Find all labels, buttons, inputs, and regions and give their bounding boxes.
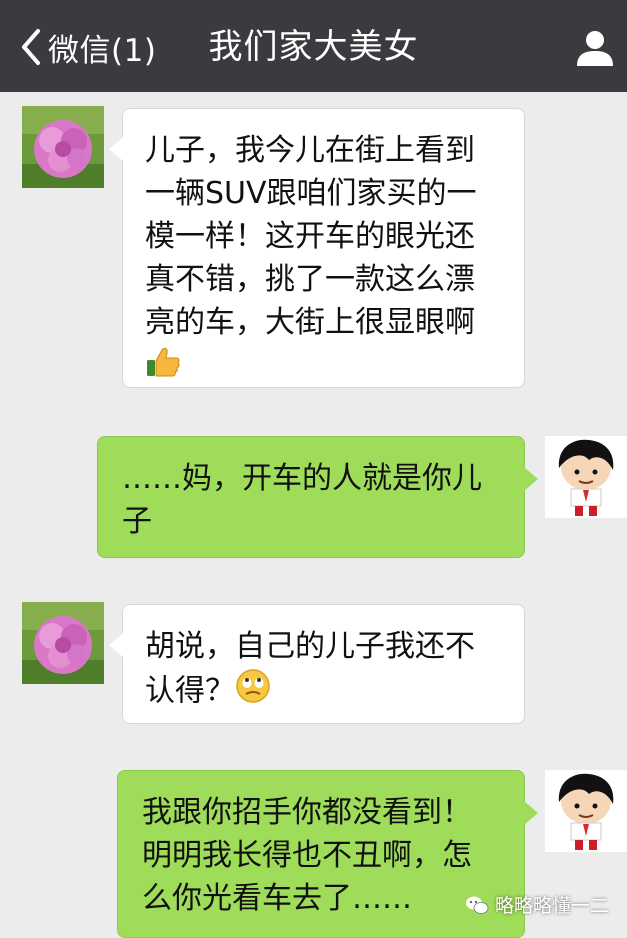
- message-bubble-received[interactable]: 胡说，自己的儿子我还不认得？: [109, 604, 525, 724]
- thumbs-up-emoji: [145, 344, 181, 392]
- message-text: 儿子，我今儿在街上看到一辆SUV跟咱们家买的一模一样！这开车的眼光还真不错，挑了…: [145, 133, 477, 340]
- flower-avatar-image: [22, 106, 104, 188]
- chat-title: 我们家大美女: [208, 27, 419, 67]
- wechat-official-account-icon: [465, 896, 489, 914]
- cartoon-boy-avatar-image: [545, 770, 627, 852]
- profile-icon[interactable]: [573, 26, 617, 70]
- cartoon-boy-avatar-image: [545, 436, 627, 518]
- chat-header: 微信(1) 我们家大美女: [0, 0, 627, 92]
- my-avatar-cartoon[interactable]: [545, 436, 627, 518]
- watermark: 略略略懂一二: [465, 891, 609, 918]
- message-text: ……妈，开车的人就是你儿子: [122, 461, 482, 539]
- watermark-text: 略略略懂一二: [494, 895, 609, 917]
- sender-avatar-flower[interactable]: [22, 106, 104, 188]
- message-text: 我跟你招手你都没看到！明明我长得也不丑啊，怎么你光看车去了……: [142, 795, 472, 916]
- my-avatar-cartoon[interactable]: [545, 770, 627, 852]
- message-bubble-sent[interactable]: ……妈，开车的人就是你儿子: [97, 436, 538, 558]
- flower-avatar-image: [22, 602, 104, 684]
- message-bubble-sent[interactable]: 我跟你招手你都没看到！明明我长得也不丑啊，怎么你光看车去了……: [117, 770, 538, 938]
- sender-avatar-flower[interactable]: [22, 602, 104, 684]
- message-bubble-received[interactable]: 儿子，我今儿在街上看到一辆SUV跟咱们家买的一模一样！这开车的眼光还真不错，挑了…: [109, 108, 525, 388]
- message-text: 胡说，自己的儿子我还不认得？: [145, 629, 475, 709]
- rolling-eyes-emoji: [235, 668, 271, 716]
